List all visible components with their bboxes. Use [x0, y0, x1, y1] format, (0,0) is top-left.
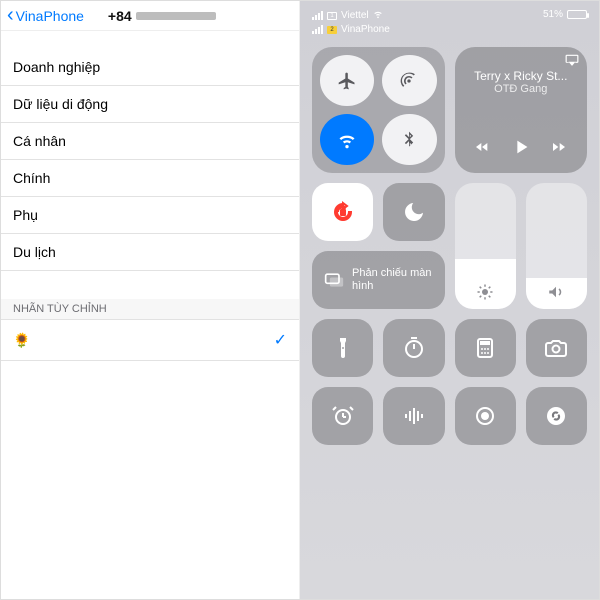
brightness-icon	[476, 283, 494, 301]
custom-label-row[interactable]: 🌻 ✓	[1, 319, 299, 361]
screen-mirroring-label: Phản chiếu màn hình	[352, 267, 433, 292]
sim1-row: 1 Viettel	[312, 9, 390, 22]
airplay-icon	[565, 53, 579, 67]
do-not-disturb-icon	[402, 200, 426, 224]
prev-icon	[474, 139, 490, 155]
calculator-button[interactable]	[455, 319, 516, 377]
voice-memo-button[interactable]	[383, 387, 444, 445]
screen-record-icon	[473, 404, 497, 428]
voice-memo-icon	[402, 404, 426, 428]
camera-icon	[544, 336, 568, 360]
media-titles: Terry x Ricky St... OTĐ Gang	[465, 69, 578, 95]
cc-grid: Terry x Ricky St... OTĐ Gang	[300, 37, 599, 455]
timer-button[interactable]	[383, 319, 444, 377]
calculator-icon	[473, 336, 497, 360]
custom-label-section-header: NHÃN TÙY CHỈNH	[1, 299, 299, 319]
media-song: Terry x Ricky St...	[465, 69, 578, 83]
sim2-row: 2 VinaPhone	[312, 24, 390, 35]
airplane-icon	[337, 71, 357, 91]
camera-button[interactable]	[526, 319, 587, 377]
phone-prefix: +84	[108, 8, 132, 24]
media-module[interactable]: Terry x Ricky St... OTĐ Gang	[455, 47, 588, 173]
flashlight-icon	[331, 336, 355, 360]
airplane-mode-toggle[interactable]	[320, 55, 374, 106]
wifi-toggle[interactable]	[320, 114, 374, 165]
screen-mirroring-button[interactable]: Phản chiếu màn hình	[312, 251, 445, 309]
status-left: 1 Viettel 2 VinaPhone	[312, 9, 390, 35]
flashlight-button[interactable]	[312, 319, 373, 377]
wifi-mini-icon	[373, 9, 383, 22]
wifi-icon	[337, 130, 357, 150]
alarm-button[interactable]	[312, 387, 373, 445]
screen-record-button[interactable]	[455, 387, 516, 445]
signal-bars-icon	[312, 11, 323, 20]
media-play-button[interactable]	[510, 136, 532, 161]
carrier1-label: Viettel	[341, 10, 369, 21]
volume-slider[interactable]	[526, 183, 587, 309]
status-right: 51%	[543, 9, 587, 20]
volume-icon	[547, 283, 565, 301]
media-prev-button[interactable]	[474, 139, 490, 158]
timer-icon	[402, 336, 426, 360]
label-option[interactable]: Doanh nghiệp	[1, 49, 299, 86]
label-option[interactable]: Cá nhân	[1, 123, 299, 160]
back-label[interactable]: VinaPhone	[16, 8, 84, 24]
next-icon	[551, 139, 567, 155]
carrier2-label: VinaPhone	[341, 24, 390, 35]
settings-label-screen: ‹ VinaPhone +84 Doanh nghiệp Dữ liệu di …	[1, 1, 300, 599]
brightness-slider[interactable]	[455, 183, 516, 309]
signal-bars-icon	[312, 25, 323, 34]
nav-bar: ‹ VinaPhone +84	[1, 1, 299, 31]
phone-number: +84	[108, 8, 216, 24]
custom-label-emoji: 🌻	[13, 332, 30, 349]
cellular-antenna-icon	[399, 71, 419, 91]
checkmark-icon: ✓	[274, 330, 287, 350]
control-center: 1 Viettel 2 VinaPhone 51%	[300, 1, 599, 599]
do-not-disturb-toggle[interactable]	[383, 183, 444, 241]
label-option[interactable]: Phụ	[1, 197, 299, 234]
phone-masked	[136, 12, 216, 20]
shazam-button[interactable]	[526, 387, 587, 445]
alarm-clock-icon	[331, 404, 355, 428]
shazam-icon	[544, 404, 568, 428]
back-chevron-icon[interactable]: ‹	[7, 4, 14, 27]
bluetooth-icon	[399, 130, 419, 150]
sim1-badge-icon: 1	[327, 12, 337, 20]
play-icon	[510, 136, 532, 158]
cellular-data-toggle[interactable]	[382, 55, 436, 106]
label-option[interactable]: Du lịch	[1, 234, 299, 271]
label-option[interactable]: Chính	[1, 160, 299, 197]
connectivity-module	[312, 47, 445, 173]
media-next-button[interactable]	[551, 139, 567, 158]
status-bar: 1 Viettel 2 VinaPhone 51%	[300, 1, 599, 37]
orientation-lock-icon	[331, 200, 355, 224]
battery-icon	[567, 10, 587, 19]
media-artist: OTĐ Gang	[465, 83, 578, 95]
sim2-badge-icon: 2	[327, 26, 337, 34]
screen-mirroring-icon	[324, 270, 344, 290]
label-list: Doanh nghiệp Dữ liệu di động Cá nhân Chí…	[1, 49, 299, 271]
bluetooth-toggle[interactable]	[382, 114, 436, 165]
airplay-button[interactable]	[565, 53, 579, 70]
label-option[interactable]: Dữ liệu di động	[1, 86, 299, 123]
media-controls	[465, 136, 578, 161]
orientation-lock-toggle[interactable]	[312, 183, 373, 241]
battery-pct: 51%	[543, 9, 563, 20]
